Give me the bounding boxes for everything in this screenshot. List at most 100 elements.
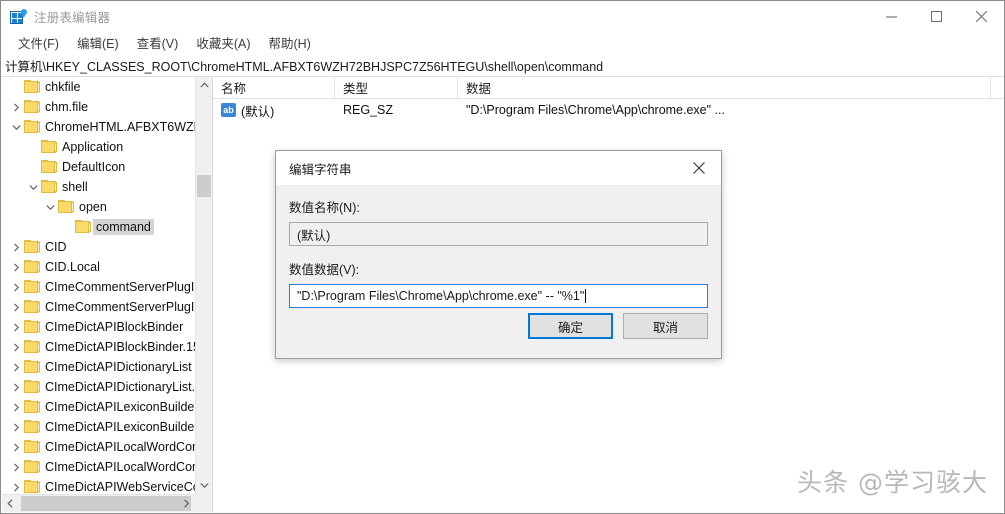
tree-item-cimedictapidictionarylist-1[interactable]: CImeDictAPIDictionaryList.1 <box>2 377 195 397</box>
chevron-right-icon[interactable] <box>8 257 24 277</box>
window-controls <box>869 1 1004 32</box>
tree-item-chromehtml-afbxt6wzh7[interactable]: ChromeHTML.AFBXT6WZH7 <box>2 117 195 137</box>
tree-item-cimedictapilexiconbuilder[interactable]: CImeDictAPILexiconBuilder. <box>2 417 195 437</box>
minimize-button[interactable] <box>869 1 914 32</box>
folder-icon <box>24 260 40 274</box>
close-button[interactable] <box>959 1 1004 32</box>
tree-item-cimedictapiblockbinder-15[interactable]: CImeDictAPIBlockBinder.15 <box>2 337 195 357</box>
tree-item-cimedictapidictionarylist[interactable]: CImeDictAPIDictionaryList <box>2 357 195 377</box>
scroll-left-icon[interactable] <box>2 495 19 512</box>
chevron-right-icon[interactable] <box>8 237 24 257</box>
scroll-down-icon[interactable] <box>196 477 212 494</box>
table-row[interactable]: ab (默认) REG_SZ "D:\Program Files\Chrome\… <box>213 99 1003 121</box>
value-data-label: 数值数据(V): <box>289 263 360 277</box>
chevron-right-icon[interactable] <box>8 397 24 417</box>
folder-icon <box>58 200 74 214</box>
folder-icon <box>24 440 40 454</box>
tree-vscroll-thumb[interactable] <box>197 175 211 197</box>
menu-item-file[interactable]: 文件(F) <box>9 31 68 55</box>
menu-item-favorites[interactable]: 收藏夹(A) <box>187 31 259 55</box>
chevron-right-icon[interactable] <box>8 417 24 437</box>
dialog-close-button[interactable] <box>677 151 721 185</box>
tree-item-defaulticon[interactable]: DefaultIcon <box>2 157 195 177</box>
ok-button[interactable]: 确定 <box>528 313 613 339</box>
tree-item-cimedictapilocalwordcom[interactable]: CImeDictAPILocalWordCom <box>2 437 195 457</box>
tree-item-command[interactable]: command <box>2 217 195 237</box>
value-name-label: 数值名称(N): <box>289 201 360 215</box>
value-type-cell: REG_SZ <box>343 103 394 117</box>
address-bar[interactable]: 计算机\HKEY_CLASSES_ROOT\ChromeHTML.AFBXT6W… <box>1 54 1004 77</box>
scroll-right-icon[interactable] <box>178 495 195 512</box>
tree-item-label: CImeDictAPILocalWordCom <box>45 460 195 474</box>
tree-item-cimecommentserverplugin[interactable]: CImeCommentServerPlugIn <box>2 297 195 317</box>
folder-icon <box>24 460 40 474</box>
tree-item-label: shell <box>62 180 88 194</box>
dialog-buttons: 确定 取消 <box>528 313 708 339</box>
tree-item-label: ChromeHTML.AFBXT6WZH7 <box>45 120 195 134</box>
tree-item-chkfile[interactable]: chkfile <box>2 77 195 97</box>
tree-item-application[interactable]: Application <box>2 137 195 157</box>
tree-item-cimedictapiwebservicecor[interactable]: CImeDictAPIWebServiceCor <box>2 477 195 494</box>
chevron-right-icon[interactable] <box>8 97 24 117</box>
value-name-text: (默认) <box>241 104 275 119</box>
value-name-input[interactable]: (默认) <box>289 222 708 246</box>
chevron-right-icon[interactable] <box>8 277 24 297</box>
string-value-icon-text: ab <box>223 104 234 115</box>
tree-item-shell[interactable]: shell <box>2 177 195 197</box>
chevron-right-icon[interactable] <box>8 317 24 337</box>
values-list-header: 名称 类型 数据 <box>213 77 1003 99</box>
watermark: 头条 @学习骇大 <box>797 468 988 497</box>
folder-icon <box>24 420 40 434</box>
chevron-right-icon[interactable] <box>8 357 24 377</box>
tree-item-open[interactable]: open <box>2 197 195 217</box>
tree-item-label: CImeCommentServerPlugIn <box>45 300 195 314</box>
folder-icon <box>41 180 57 194</box>
title-bar: 注册表编辑器 <box>1 1 1004 32</box>
tree-item-chm-file[interactable]: chm.file <box>2 97 195 117</box>
text-caret <box>585 289 587 303</box>
menu-item-edit[interactable]: 编辑(E) <box>68 31 128 55</box>
tree-item-cid-local[interactable]: CID.Local <box>2 257 195 277</box>
folder-icon <box>24 340 40 354</box>
chevron-down-icon[interactable] <box>25 177 41 197</box>
menu-item-help[interactable]: 帮助(H) <box>259 31 319 55</box>
tree-item-label: CImeDictAPILocalWordCom <box>45 440 195 454</box>
folder-icon <box>24 360 40 374</box>
tree-hscroll-thumb[interactable] <box>21 496 191 511</box>
tree-item-cimedictapilexiconbuilder[interactable]: CImeDictAPILexiconBuilder <box>2 397 195 417</box>
tree-vertical-scrollbar[interactable] <box>195 77 212 494</box>
window-title: 注册表编辑器 <box>34 11 111 25</box>
tree-item-cid[interactable]: CID <box>2 237 195 257</box>
chevron-right-icon[interactable] <box>8 337 24 357</box>
chevron-right-icon[interactable] <box>8 477 24 494</box>
chevron-right-icon[interactable] <box>8 377 24 397</box>
value-data-input[interactable]: "D:\Program Files\Chrome\App\chrome.exe"… <box>289 284 708 308</box>
column-header-data[interactable]: 数据 <box>458 77 991 98</box>
tree-item-label: CImeDictAPILexiconBuilder <box>45 400 195 414</box>
chevron-down-icon[interactable] <box>42 197 58 217</box>
tree-item-label: CImeCommentServerPlugIn <box>45 280 195 294</box>
tree-horizontal-scrollbar[interactable] <box>2 494 195 512</box>
tree-item-cimedictapilocalwordcom[interactable]: CImeDictAPILocalWordCom <box>2 457 195 477</box>
registry-tree[interactable]: chkfile chm.file ChromeHTML.AFBXT6WZH7 Appl… <box>2 77 195 494</box>
column-header-type[interactable]: 类型 <box>335 77 458 98</box>
chevron-down-icon[interactable] <box>8 117 24 137</box>
folder-icon <box>75 220 91 234</box>
value-data-cell: "D:\Program Files\Chrome\App\chrome.exe"… <box>466 103 725 117</box>
dialog-body: 数值名称(N): (默认) 数值数据(V): "D:\Program Files… <box>276 185 721 308</box>
cancel-button[interactable]: 取消 <box>623 313 708 339</box>
tree-line-spacer <box>8 77 24 97</box>
menu-item-view[interactable]: 查看(V) <box>128 31 188 55</box>
chevron-right-icon[interactable] <box>8 457 24 477</box>
column-header-name[interactable]: 名称 <box>213 77 335 98</box>
chevron-right-icon[interactable] <box>8 437 24 457</box>
tree-item-label: Application <box>62 140 124 154</box>
chevron-right-icon[interactable] <box>8 297 24 317</box>
tree-item-label: CImeDictAPIBlockBinder <box>45 320 184 334</box>
tree-item-cimedictapiblockbinder[interactable]: CImeDictAPIBlockBinder <box>2 317 195 337</box>
maximize-button[interactable] <box>914 1 959 32</box>
folder-icon <box>24 320 40 334</box>
scroll-corner <box>195 494 212 512</box>
tree-item-cimecommentserverplugin[interactable]: CImeCommentServerPlugIn <box>2 277 195 297</box>
scroll-up-icon[interactable] <box>196 77 212 94</box>
